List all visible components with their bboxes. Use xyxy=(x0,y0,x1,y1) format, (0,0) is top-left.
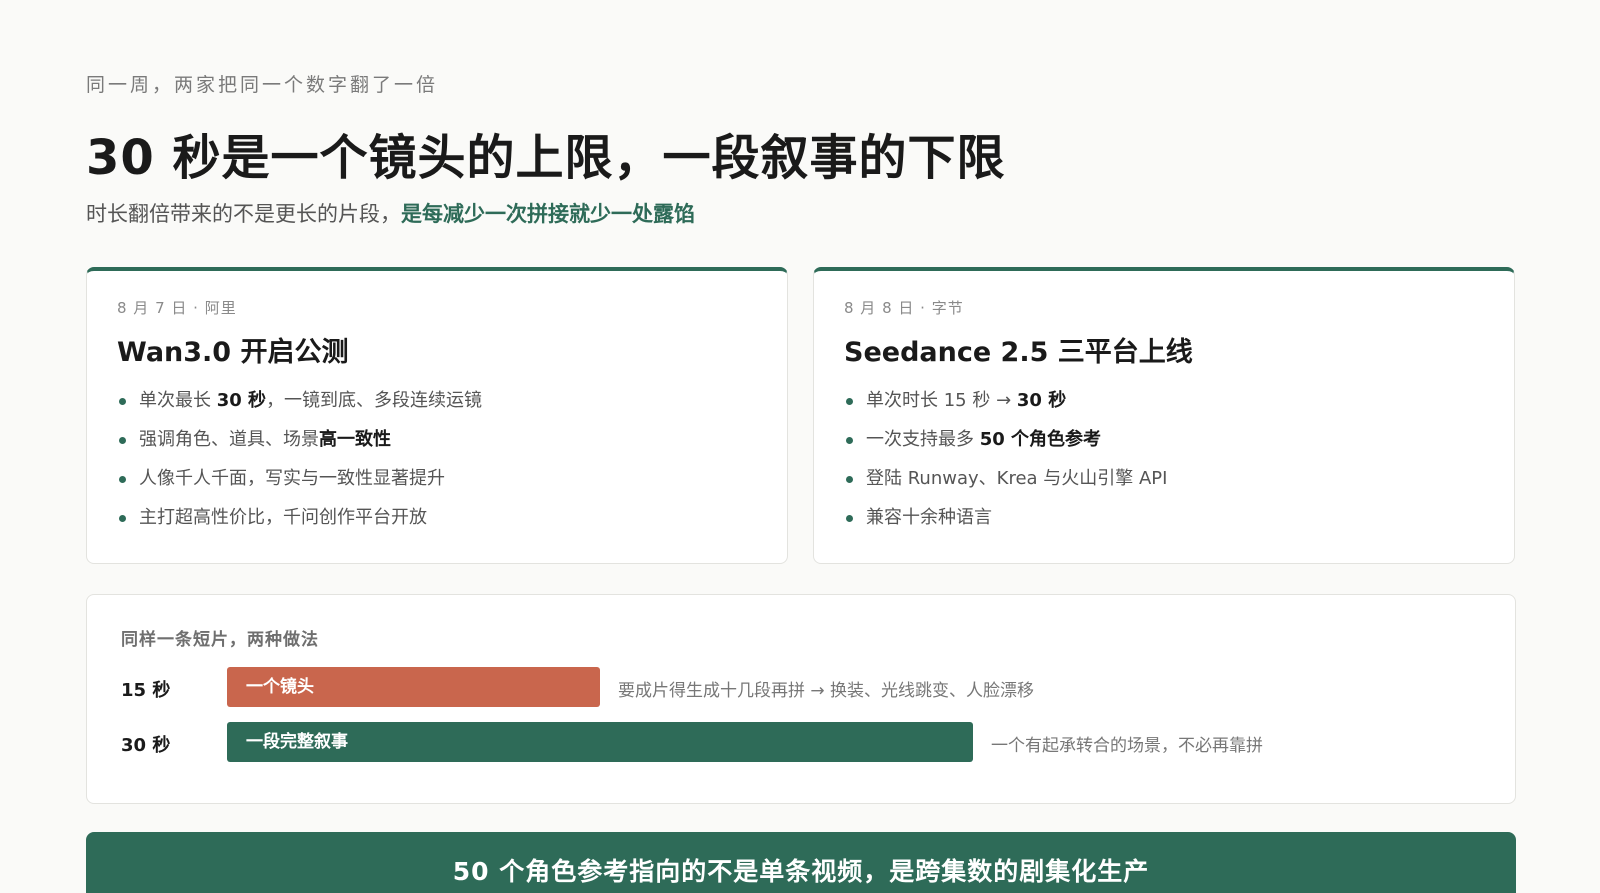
bullet-dot-icon xyxy=(846,515,853,522)
bullet-dot-icon xyxy=(119,476,126,483)
page-title: 30 秒是一个镜头的上限，一段叙事的下限 xyxy=(86,130,1006,186)
list-item: 登陆 Runway、Krea 与火山引擎 API xyxy=(844,465,1484,504)
duration-label-15: 15 秒 xyxy=(121,680,171,701)
list-item: 主打超高性价比，千问创作平台开放 xyxy=(117,504,757,543)
bullet-dot-icon xyxy=(119,398,126,405)
card-title: Seedance 2.5 三平台上线 xyxy=(844,337,1193,368)
list-item: 人像千人千面，写实与一致性显著提升 xyxy=(117,465,757,504)
duration-bar-15: 一个镜头 xyxy=(227,667,600,707)
card-meta: 8 月 7 日 · 阿里 xyxy=(117,299,237,317)
subtitle: 时长翻倍带来的不是更长的片段，是每减少一次拼接就少一处露馅 xyxy=(86,198,695,228)
bullet-dot-icon xyxy=(119,515,126,522)
card-seedance: 8 月 8 日 · 字节 Seedance 2.5 三平台上线 单次时长 15 … xyxy=(813,267,1515,564)
list-item: 兼容十余种语言 xyxy=(844,504,1484,543)
conclusion-banner: 50 个角色参考指向的不是单条视频，是跨集数的剧集化生产 xyxy=(86,832,1516,893)
card-meta: 8 月 8 日 · 字节 xyxy=(844,299,964,317)
list-item: 一次支持最多 50 个角色参考 xyxy=(844,426,1484,465)
list-item: 单次时长 15 秒 → 30 秒 xyxy=(844,387,1484,426)
duration-label-30: 30 秒 xyxy=(121,735,171,756)
list-item: 强调角色、道具、场景高一致性 xyxy=(117,426,757,465)
duration-note-15: 要成片得生成十几段再拼 → 换装、光线跳变、人脸漂移 xyxy=(618,681,1035,701)
card-wan: 8 月 7 日 · 阿里 Wan3.0 开启公测 单次最长 30 秒，一镜到底、… xyxy=(86,267,788,564)
bullet-dot-icon xyxy=(846,476,853,483)
eyebrow: 同一周，两家把同一个数字翻了一倍 xyxy=(86,74,439,96)
bullet-dot-icon xyxy=(846,398,853,405)
subtitle-highlight: 是每减少一次拼接就少一处露馅 xyxy=(401,202,695,226)
subtitle-plain: 时长翻倍带来的不是更长的片段， xyxy=(86,202,401,226)
duration-note-30: 一个有起承转合的场景，不必再靠拼 xyxy=(991,736,1263,756)
comparison-label: 同样一条短片，两种做法 xyxy=(121,630,319,650)
card-title: Wan3.0 开启公测 xyxy=(117,337,349,368)
bullet-dot-icon xyxy=(119,437,126,444)
bullet-dot-icon xyxy=(846,437,853,444)
feature-list: 单次时长 15 秒 → 30 秒 一次支持最多 50 个角色参考 登陆 Runw… xyxy=(844,387,1484,543)
list-item: 单次最长 30 秒，一镜到底、多段连续运镜 xyxy=(117,387,757,426)
feature-list: 单次最长 30 秒，一镜到底、多段连续运镜 强调角色、道具、场景高一致性 人像千… xyxy=(117,387,757,543)
duration-bar-30: 一段完整叙事 xyxy=(227,722,973,762)
comparison-panel: 同样一条短片，两种做法 15 秒 一个镜头 要成片得生成十几段再拼 → 换装、光… xyxy=(86,594,1516,804)
